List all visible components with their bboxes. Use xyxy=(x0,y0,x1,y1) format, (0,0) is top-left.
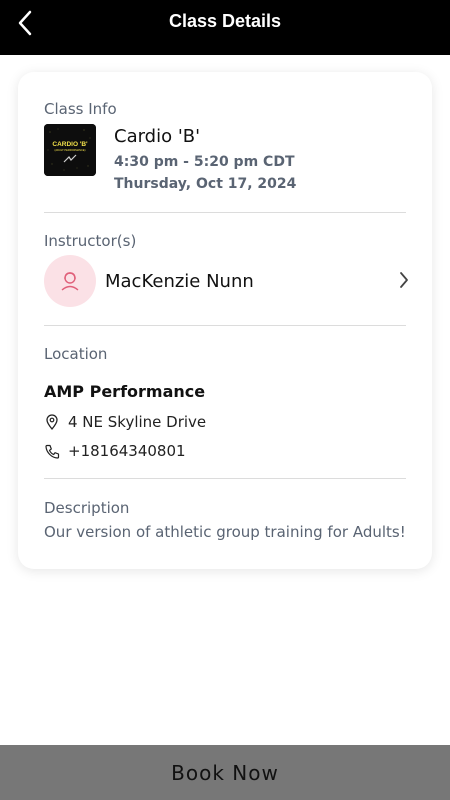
map-pin-icon xyxy=(44,413,60,431)
class-name: Cardio 'B' xyxy=(114,126,201,147)
location-phone[interactable]: +18164340801 xyxy=(44,441,186,461)
location-label: Location xyxy=(44,345,108,363)
chevron-right-icon xyxy=(394,269,414,291)
divider xyxy=(44,478,406,479)
instructor-row[interactable]: MacKenzie Nunn xyxy=(44,254,414,308)
instructor-name: MacKenzie Nunn xyxy=(105,271,254,292)
avatar xyxy=(44,255,96,307)
description-text: Our version of athletic group training f… xyxy=(44,523,406,541)
class-date: Thursday, Oct 17, 2024 xyxy=(114,176,297,192)
page-title: Class Details xyxy=(168,11,282,31)
app-header: Class Details xyxy=(0,0,450,55)
location-name: AMP Performance xyxy=(44,382,206,401)
thumbnail-title: CARDIO 'B' xyxy=(52,141,88,148)
description-label: Description xyxy=(44,499,130,517)
location-address-text: 4 NE Skyline Drive xyxy=(68,413,207,431)
thumbnail-subtitle: (ADULT PERFORMANCE) xyxy=(55,148,86,152)
divider xyxy=(44,325,406,326)
class-details-card: Class Info CARDIO 'B' (ADULT PERFORMANCE… xyxy=(18,72,432,569)
class-thumbnail-image: CARDIO 'B' (ADULT PERFORMANCE) xyxy=(44,124,96,176)
location-phone-text[interactable]: +18164340801 xyxy=(68,442,186,460)
class-info-label: Class Info xyxy=(44,100,117,118)
divider xyxy=(44,212,406,213)
class-time: 4:30 pm - 5:20 pm CDT xyxy=(114,154,295,170)
instructors-label: Instructor(s) xyxy=(44,232,137,250)
class-thumbnail: CARDIO 'B' (ADULT PERFORMANCE) xyxy=(44,124,96,176)
person-icon xyxy=(61,272,79,291)
location-address: 4 NE Skyline Drive xyxy=(44,412,206,432)
book-now-button[interactable]: Book Now xyxy=(0,745,450,800)
phone-icon xyxy=(44,442,60,460)
